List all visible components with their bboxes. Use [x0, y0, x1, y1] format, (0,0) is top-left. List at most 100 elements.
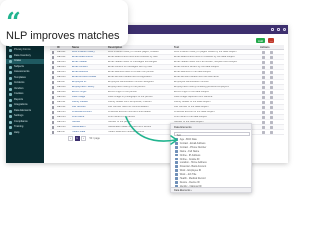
delete-icon[interactable]: [270, 56, 273, 59]
cell-name[interactable]: Family Details: [72, 101, 102, 104]
edit-icon[interactable]: [262, 91, 265, 94]
delete-icon[interactable]: [270, 71, 273, 74]
edit-icon[interactable]: [262, 131, 265, 134]
delete-icon[interactable]: [270, 106, 273, 109]
sidebar-item[interactable]: Data Inventory: [6, 54, 44, 59]
search-icon[interactable]: [271, 28, 274, 31]
cell-name[interactable]: Email Address: [72, 71, 102, 74]
row-checkbox[interactable]: [52, 76, 55, 79]
cell-name[interactable]: Gender: [72, 121, 102, 124]
sidebar-item[interactable]: Data Elements: [6, 109, 44, 114]
edit-icon[interactable]: [262, 61, 265, 64]
row-checkbox[interactable]: [52, 106, 55, 109]
cell-name[interactable]: Email Attachments: [72, 56, 102, 59]
avatar[interactable]: [283, 28, 286, 31]
more-button[interactable]: ⋯: [268, 38, 274, 43]
edit-icon[interactable]: [262, 111, 265, 114]
sidebar-item[interactable]: Cookies: [6, 92, 44, 97]
row-checkbox[interactable]: [52, 86, 55, 89]
row-checkbox[interactable]: [52, 61, 55, 64]
delete-icon[interactable]: [270, 81, 273, 84]
sidebar-item[interactable]: Settings: [6, 114, 44, 119]
sidebar-item[interactable]: Templates: [6, 76, 44, 81]
sidebar-item[interactable]: Training: [6, 125, 44, 130]
row-checkbox[interactable]: [52, 131, 55, 134]
edit-icon[interactable]: [262, 116, 265, 119]
sidebar-item[interactable]: Incidents: [6, 81, 44, 86]
dropdown-search-input[interactable]: Text: [174, 132, 250, 137]
cell-name[interactable]: Financial Account: [72, 111, 102, 114]
prev-page-button[interactable]: ‹: [68, 136, 73, 141]
delete-icon[interactable]: [270, 76, 273, 79]
sidebar-item[interactable]: Assessments: [6, 70, 44, 75]
page-size-select[interactable]: 50 / page: [90, 137, 100, 140]
row-checkbox[interactable]: [52, 116, 55, 119]
row-checkbox[interactable]: [52, 56, 55, 59]
row-checkbox[interactable]: [52, 111, 55, 114]
edit-icon[interactable]: [262, 106, 265, 109]
cell-name[interactable]: Email Account Details: [72, 76, 102, 79]
sidebar-item[interactable]: Compliance: [6, 120, 44, 125]
column-header-description[interactable]: Description: [108, 46, 122, 49]
dropdown-footer[interactable]: Data Elements ›: [171, 187, 251, 192]
row-checkbox[interactable]: [52, 121, 55, 124]
delete-icon[interactable]: [270, 66, 273, 69]
next-page-button[interactable]: ›: [81, 136, 86, 141]
edit-icon[interactable]: [262, 96, 265, 99]
cell-name[interactable]: Fax Number: [72, 106, 102, 109]
edit-icon[interactable]: [262, 121, 265, 124]
edit-icon[interactable]: [262, 101, 265, 104]
delete-icon[interactable]: [270, 126, 273, 129]
sidebar-item[interactable]: Vendors: [6, 87, 44, 92]
cell-name[interactable]: Ethnic Origin: [72, 91, 102, 94]
delete-icon[interactable]: [270, 111, 273, 114]
delete-icon[interactable]: [270, 131, 273, 134]
delete-icon[interactable]: [270, 101, 273, 104]
sidebar-item[interactable]: Intake: [6, 59, 44, 64]
delete-icon[interactable]: [270, 61, 273, 64]
row-checkbox[interactable]: [52, 81, 55, 84]
cell-name[interactable]: Employee ID: [72, 81, 102, 84]
cell-name[interactable]: Face Image: [72, 96, 102, 99]
edit-icon[interactable]: [262, 56, 265, 59]
row-checkbox[interactable]: [52, 51, 55, 54]
delete-icon[interactable]: [270, 116, 273, 119]
add-button[interactable]: Add: [256, 38, 265, 43]
delete-icon[interactable]: [270, 51, 273, 54]
sidebar-item[interactable]: Subjects: [6, 65, 44, 70]
edit-icon[interactable]: [262, 51, 265, 54]
cell-name[interactable]: First Name: [72, 116, 102, 119]
edit-icon[interactable]: [262, 71, 265, 74]
sidebar-item[interactable]: Help: [6, 131, 44, 136]
edit-icon[interactable]: [262, 86, 265, 89]
edit-icon[interactable]: [262, 81, 265, 84]
column-header-name[interactable]: Name: [72, 46, 79, 49]
row-checkbox[interactable]: [52, 71, 55, 74]
cell-name[interactable]: Email Content: [72, 66, 102, 69]
delete-icon[interactable]: [270, 96, 273, 99]
edit-icon[interactable]: [262, 76, 265, 79]
sidebar-item[interactable]: Integrations: [6, 103, 44, 108]
row-checkbox[interactable]: [52, 101, 55, 104]
row-checkbox[interactable]: [52, 66, 55, 69]
bell-icon[interactable]: [277, 28, 280, 31]
column-header-id[interactable]: ID: [57, 46, 60, 49]
cell-name[interactable]: Email Header: [72, 61, 102, 64]
sidebar-item[interactable]: Privacy Forms: [6, 48, 44, 53]
edit-icon[interactable]: [262, 126, 265, 129]
row-checkbox[interactable]: [52, 96, 55, 99]
row-checkbox[interactable]: [52, 91, 55, 94]
cell-name[interactable]: Employment History: [72, 86, 102, 89]
cell-name[interactable]: Geolocation: [72, 126, 102, 129]
cell-description: Financial account numbers and details: [108, 111, 151, 114]
cell-name[interactable]: Health Data: [72, 131, 102, 134]
delete-icon[interactable]: [270, 86, 273, 89]
sidebar-item[interactable]: Reports: [6, 98, 44, 103]
row-checkbox[interactable]: [52, 126, 55, 129]
delete-icon[interactable]: [270, 121, 273, 124]
delete-icon[interactable]: [270, 91, 273, 94]
page-button-current[interactable]: 1: [74, 136, 80, 141]
edit-icon[interactable]: [262, 66, 265, 69]
column-header-text[interactable]: Text: [174, 46, 179, 49]
cell-name[interactable]: Web browser history: [72, 51, 102, 54]
